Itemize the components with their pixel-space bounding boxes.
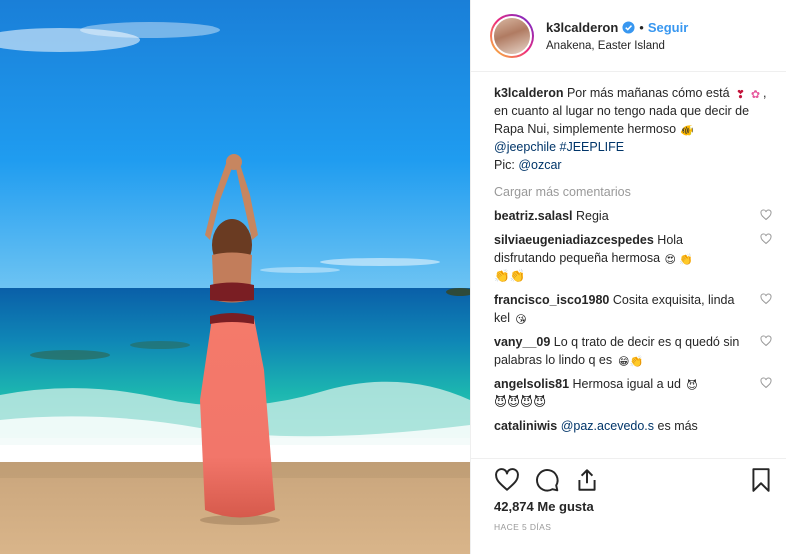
caption-username[interactable]: k3lcalderon bbox=[494, 86, 563, 100]
comment-emojis: 😍 👏 bbox=[664, 254, 693, 266]
comment-text: Regia bbox=[576, 209, 609, 223]
comment-emojis: 😈 bbox=[686, 380, 698, 392]
comments-list[interactable]: k3lcalderon Por más mañanas cómo está ❣ ✿… bbox=[494, 84, 772, 458]
comment-emojis: 😁👏 bbox=[618, 356, 644, 368]
share-icon[interactable] bbox=[574, 467, 600, 493]
post-timestamp[interactable]: HACE 5 DÍAS bbox=[494, 522, 551, 532]
separator-dot: • bbox=[639, 19, 644, 35]
comment-emojis-row: 😈😈😈😈 bbox=[494, 395, 547, 409]
comment-username[interactable]: silviaeugeniadiazcespedes bbox=[494, 233, 654, 247]
comment-text: es más bbox=[657, 419, 698, 433]
follow-button[interactable]: Seguir bbox=[648, 20, 688, 35]
fish-emoji: 🐠 bbox=[680, 125, 694, 137]
heart-exclamation-emoji: ❣ bbox=[735, 89, 746, 101]
comment-like-icon[interactable] bbox=[760, 335, 772, 347]
avatar-image bbox=[492, 15, 532, 56]
header-username[interactable]: k3lcalderon bbox=[546, 20, 618, 35]
comment-like-icon[interactable] bbox=[760, 377, 772, 389]
comment-username[interactable]: francisco_isco1980 bbox=[494, 293, 609, 307]
comment-emojis-row: 👏👏 bbox=[494, 269, 526, 283]
location-link[interactable]: Anakena, Easter Island bbox=[546, 40, 688, 52]
comment-username[interactable]: angelsolis81 bbox=[494, 377, 569, 391]
bookmark-icon[interactable] bbox=[748, 467, 774, 493]
pic-label: Pic: bbox=[494, 158, 515, 172]
mention-ozcar[interactable]: @ozcar bbox=[518, 158, 561, 172]
caption-text-1: Por más mañanas cómo está bbox=[566, 86, 730, 100]
comment-username[interactable]: beatriz.salasl bbox=[494, 209, 573, 223]
comment-item: cataliniwis @paz.acevedo.s es más bbox=[494, 417, 772, 435]
beach-photo-image bbox=[0, 0, 470, 554]
comment-like-icon[interactable] bbox=[760, 293, 772, 305]
comment-mention[interactable]: @paz.acevedo.s bbox=[561, 419, 654, 433]
verified-icon bbox=[622, 20, 635, 34]
post-header: k3lcalderon • Seguir Anakena, Easter Isl… bbox=[471, 0, 786, 72]
comment-username[interactable]: cataliniwis bbox=[494, 419, 557, 433]
action-bar: 42,874 Me gusta HACE 5 DÍAS bbox=[470, 458, 786, 554]
avatar[interactable] bbox=[490, 13, 534, 58]
comment-item: vany__09 Lo q trato de decir es q quedó … bbox=[494, 333, 772, 369]
comment-item: angelsolis81 Hermosa igual a ud 😈 😈😈😈😈 bbox=[494, 375, 772, 411]
comment-item: silviaeugeniadiazcespedes Hola disfrutan… bbox=[494, 231, 772, 285]
comment-item: francisco_isco1980 Cosita exquisita, lin… bbox=[494, 291, 772, 327]
hashtag-jeeplife[interactable]: #JEEPLIFE bbox=[560, 140, 625, 154]
comment-emojis: 😘 bbox=[515, 314, 527, 326]
caption: k3lcalderon Por más mañanas cómo está ❣ ✿… bbox=[494, 84, 772, 174]
heart-icon[interactable] bbox=[494, 467, 520, 493]
comment-like-icon[interactable] bbox=[760, 233, 772, 245]
comment-username[interactable]: vany__09 bbox=[494, 335, 550, 349]
comment-like-icon[interactable] bbox=[760, 209, 772, 221]
post-photo[interactable] bbox=[0, 0, 470, 554]
mention-jeepchile[interactable]: @jeepchile bbox=[494, 140, 556, 154]
load-more-comments-button[interactable]: Cargar más comentarios bbox=[494, 183, 772, 201]
flower-emoji: ✿ bbox=[750, 89, 761, 101]
comment-icon[interactable] bbox=[534, 467, 560, 493]
comment-item: beatriz.salasl Regia bbox=[494, 207, 772, 225]
comment-text: Hermosa igual a ud bbox=[572, 377, 681, 391]
likes-count[interactable]: 42,874 Me gusta bbox=[494, 499, 594, 514]
